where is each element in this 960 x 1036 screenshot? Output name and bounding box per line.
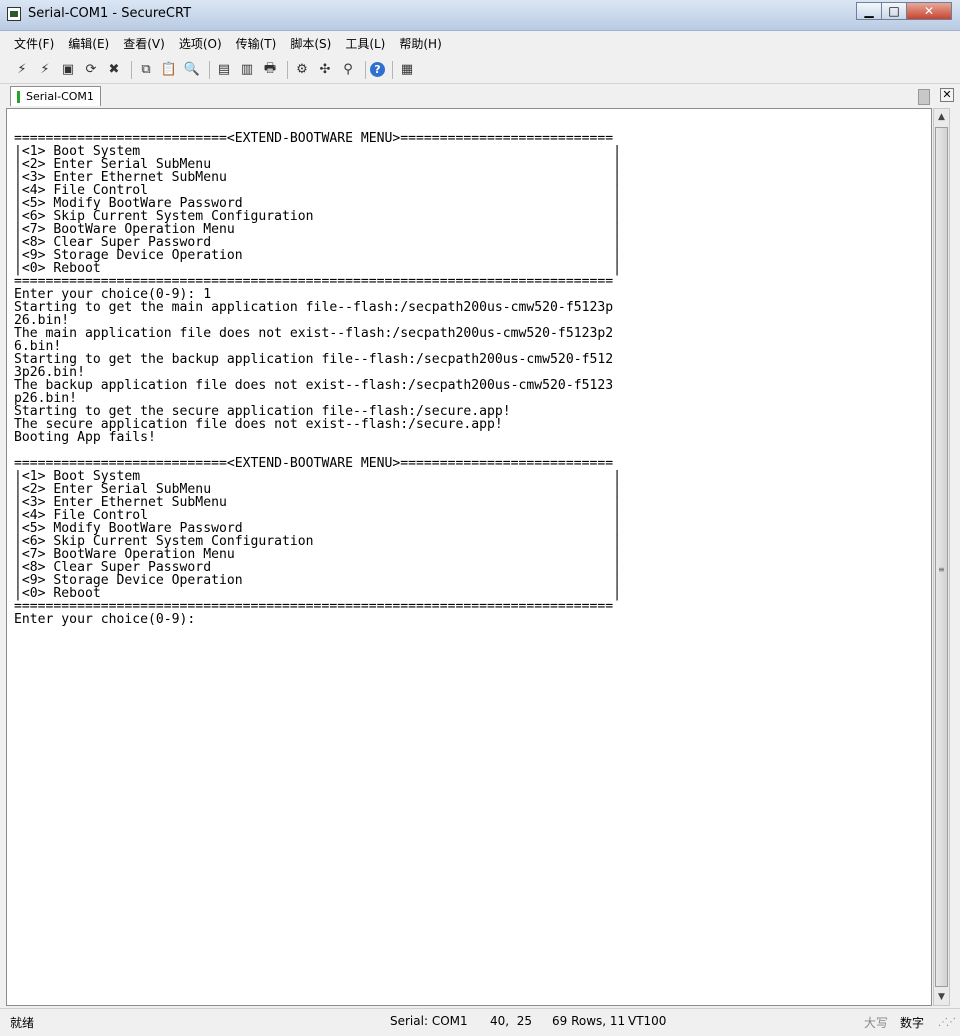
terminal-line: The main application file does not exist… (14, 326, 614, 341)
terminal-line: The backup application file does not exi… (14, 378, 614, 393)
terminal-line: Enter your choice(0-9): (14, 612, 196, 627)
menu-view[interactable]: 查看(V) (123, 35, 165, 52)
connected-status-icon (17, 90, 20, 103)
status-terminal-size: 69 Rows, 11 (552, 1014, 626, 1028)
menu-edit[interactable]: 编辑(E) (68, 35, 109, 52)
status-caps-lock: 大写 (864, 1016, 889, 1030)
scroll-down-arrow-icon[interactable]: ▼ (934, 989, 949, 1005)
tab-label: Serial-COM1 (26, 90, 94, 103)
reconnect-icon[interactable]: ⟳ (81, 60, 101, 80)
status-num-lock: 数字 (900, 1016, 925, 1030)
toolbar-separator (287, 60, 288, 79)
toolbar-separator (131, 60, 132, 79)
scroll-grip-icon: ≡ (938, 565, 945, 574)
global-options-icon[interactable]: ✣ (315, 60, 335, 80)
toolbar-separator (392, 60, 393, 79)
find-icon[interactable]: 🔍 (182, 60, 202, 80)
close-tab-button[interactable]: ✕ (940, 88, 954, 102)
status-bar: 就绪 Serial: COM1 40, 25 69 Rows, 11 VT100… (0, 1008, 960, 1036)
status-connection: Serial: COM1 (390, 1014, 468, 1028)
minimize-button[interactable]: ▁ (856, 2, 882, 20)
keymap-icon[interactable]: ⚲ (338, 60, 358, 80)
menu-tools[interactable]: 工具(L) (345, 35, 385, 52)
toolbar-separator (365, 60, 366, 79)
session-options-icon[interactable]: ⚙ (292, 60, 312, 80)
menu-options[interactable]: 选项(O) (179, 35, 222, 52)
quick-connect-icon[interactable]: ⚡ (35, 60, 55, 80)
scroll-up-arrow-icon[interactable]: ▲ (934, 109, 949, 125)
sftp-icon[interactable]: ▦ (397, 60, 417, 80)
terminal-screen[interactable]: ===========================<EXTEND-BOOTW… (6, 108, 932, 1006)
terminal-output: ===========================<EXTEND-BOOTW… (7, 109, 931, 626)
print-icon[interactable]: 🖶 (260, 60, 280, 80)
status-cursor-position: 40, 25 (490, 1014, 532, 1028)
window-title: Serial-COM1 - SecureCRT (28, 6, 192, 21)
connect-in-tab-icon[interactable]: ▣ (58, 60, 78, 80)
menu-script[interactable]: 脚本(S) (290, 35, 331, 52)
toolbar: ⚡ ⚡ ▣ ⟳ ✖ ⧉ 📋 🔍 ▤ ▥ 🖶 ⚙ ✣ ⚲ ? ▦ (0, 56, 960, 84)
session-tab-bar: Serial-COM1 ✕ (0, 85, 960, 107)
resize-grip-icon[interactable]: ⋰⋰ (938, 1017, 956, 1028)
tab-scroll-handle[interactable] (918, 89, 930, 105)
status-ready: 就绪 (10, 1016, 35, 1030)
title-bar: Serial-COM1 - SecureCRT ▁ □ ✕ (0, 0, 960, 31)
scroll-thumb[interactable]: ≡ (935, 127, 948, 987)
maximize-button[interactable]: □ (881, 2, 907, 20)
window-controls: ▁ □ ✕ (856, 2, 952, 20)
help-icon[interactable]: ? (370, 62, 385, 77)
paste-icon[interactable]: 📋 (159, 60, 179, 80)
terminal-line: Starting to get the backup application f… (14, 352, 614, 367)
print-setup-icon[interactable]: ▤ (214, 60, 234, 80)
menu-file[interactable]: 文件(F) (14, 35, 54, 52)
print-selection-icon[interactable]: ▥ (237, 60, 257, 80)
copy-icon[interactable]: ⧉ (136, 60, 156, 80)
menu-transfer[interactable]: 传输(T) (236, 35, 277, 52)
status-emulation: VT100 (628, 1014, 667, 1028)
menu-bar: 文件(F) 编辑(E) 查看(V) 选项(O) 传输(T) 脚本(S) 工具(L… (0, 31, 960, 55)
terminal-scrollbar[interactable]: ▲ ≡ ▼ (933, 108, 950, 1006)
securecrt-app-icon[interactable] (7, 7, 21, 21)
disconnect-icon[interactable]: ✖ (104, 60, 124, 80)
terminal-line: Booting App fails! (14, 430, 156, 445)
connect-icon[interactable]: ⚡ (12, 60, 32, 80)
close-button[interactable]: ✕ (906, 2, 952, 20)
toolbar-separator (209, 60, 210, 79)
terminal-line: Starting to get the main application fil… (14, 300, 614, 315)
tab-serial-com1[interactable]: Serial-COM1 (10, 86, 101, 106)
menu-help[interactable]: 帮助(H) (399, 35, 441, 52)
